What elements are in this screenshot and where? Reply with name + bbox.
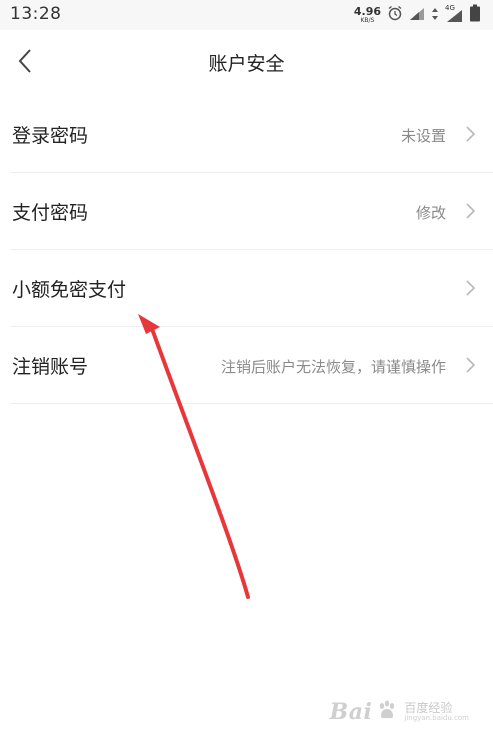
chevron-right-icon [466,203,476,219]
cellular-signal-icon [409,6,425,25]
network-speed-unit: KB/S [360,17,375,24]
chevron-right-icon [466,357,476,373]
watermark-sub: 百度经验 jingyan.baidu.com [404,700,469,723]
watermark-cn: 百度经验 [404,700,453,715]
network-speed-value: 4.96 [353,5,381,18]
watermark-logo: Bai 百度经验 jingyan.baidu.com [330,699,469,725]
menu-item-label: 支付密码 [12,202,89,224]
menu-item-small-password-free-payment[interactable]: 小额免密支付 [10,250,493,327]
nav-bar: 账户安全 [0,30,493,92]
menu-item-label: 小额免密支付 [12,279,127,301]
menu-item-cancel-account[interactable]: 注销账号 注销后账户无法恢复，请谨慎操作 [10,327,493,404]
status-bar: 13:28 4.96 KB/S 4G [0,0,493,30]
menu-item-value: 未设置 [400,127,446,145]
battery-icon [469,4,481,26]
watermark-url: jingyan.baidu.com [404,713,469,722]
paw-icon [376,699,398,725]
status-time: 13:28 [10,4,62,24]
menu-item-value: 修改 [415,204,446,222]
status-icons: 4.96 KB/S 4G [354,4,481,26]
data-transfer-icon [431,6,439,25]
network-speed: 4.96 KB/S [354,6,381,24]
watermark-brand: Bai [329,699,373,725]
page-title: 账户安全 [208,53,285,75]
menu-item-login-password[interactable]: 登录密码 未设置 [10,96,493,173]
menu-item-label: 登录密码 [12,125,89,147]
menu-item-label: 注销账号 [12,356,89,378]
network-type-4g-signal-icon: 4G [445,4,463,23]
alarm-icon [387,5,403,25]
chevron-right-icon [466,280,476,296]
account-security-menu: 登录密码 未设置 支付密码 修改 小额免密支付 注销账号 注销后账户无法恢复，请… [0,96,493,404]
chevron-right-icon [466,126,476,142]
menu-item-payment-password[interactable]: 支付密码 修改 [10,173,493,250]
menu-item-value: 注销后账户无法恢复，请谨慎操作 [220,358,446,376]
